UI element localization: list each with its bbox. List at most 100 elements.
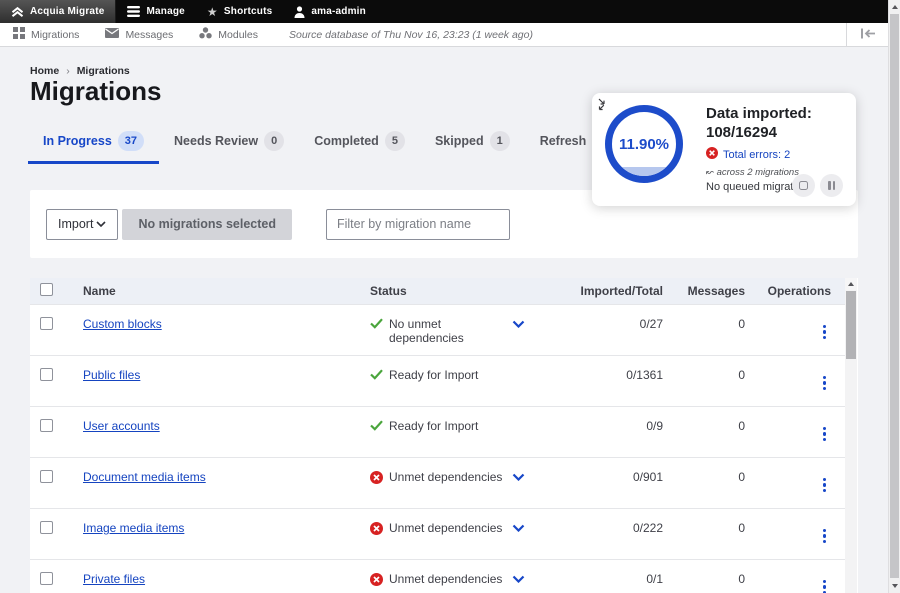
row-checkbox[interactable] (40, 419, 53, 432)
kebab-menu-icon[interactable] (818, 477, 832, 494)
error-icon (370, 573, 383, 589)
migration-link[interactable]: Image media items (83, 521, 184, 535)
tab-label: In Progress (43, 134, 112, 148)
imported-total: 0/1361 (562, 356, 663, 382)
table-row: Document media items Unmet dependencies … (30, 457, 845, 508)
tab-label: Completed (314, 134, 379, 148)
tab-label: Refresh (540, 134, 587, 148)
topbar-label: Shortcuts (224, 6, 272, 17)
chevron-down-icon[interactable] (512, 317, 525, 331)
imported-total: 0/9 (562, 407, 663, 433)
row-checkbox[interactable] (40, 317, 53, 330)
error-icon (370, 522, 383, 538)
topbar-item-user[interactable]: ama-admin (283, 0, 377, 23)
migration-link[interactable]: Custom blocks (83, 317, 162, 331)
topbar-item-acquia-migrate[interactable]: Acquia Migrate (0, 0, 116, 23)
status-text: Unmet dependencies (389, 572, 502, 586)
header-name: Name (83, 284, 370, 298)
tab-skipped[interactable]: Skipped 1 (420, 123, 525, 164)
table-scrollbar-thumb[interactable] (846, 291, 856, 359)
tab-in-progress[interactable]: In Progress 37 (28, 123, 159, 164)
imported-total: 0/27 (562, 305, 663, 331)
messages-count: 0 (663, 560, 745, 586)
progress-percent: 11.90% (619, 136, 669, 153)
check-icon (370, 318, 383, 332)
import-progress-card: 11.90% Data imported: 108/16294 Total er… (592, 93, 856, 206)
star-icon: ★ (207, 6, 218, 18)
check-icon (370, 369, 383, 383)
table-row: Image media items Unmet dependencies 0/2… (30, 508, 845, 559)
collapse-toolbar-button[interactable] (846, 23, 888, 46)
page-scrollbar-thumb[interactable] (890, 14, 899, 578)
toolbar-label: Migrations (31, 29, 79, 41)
table-row: Public files Ready for Import 0/1361 0 (30, 355, 845, 406)
messages-count: 0 (663, 458, 745, 484)
row-checkbox[interactable] (40, 521, 53, 534)
pause-import-button[interactable] (820, 174, 843, 197)
chevron-down-icon[interactable] (512, 572, 525, 586)
total-errors-link[interactable]: Total errors: 2 (723, 149, 790, 161)
status-text: No unmet dependencies (389, 317, 512, 345)
kebab-menu-icon[interactable] (818, 324, 832, 341)
migration-link[interactable]: Document media items (83, 470, 206, 484)
tab-completed[interactable]: Completed 5 (299, 123, 420, 164)
migration-tabs: In Progress 37 Needs Review 0 Completed … (28, 123, 627, 164)
row-checkbox[interactable] (40, 368, 53, 381)
header-status: Status (370, 284, 512, 298)
modules-icon (199, 27, 212, 42)
chevron-down-icon[interactable] (512, 470, 525, 484)
messages-count: 0 (663, 305, 745, 331)
scroll-up-arrow[interactable] (889, 1, 900, 13)
imported-total: 0/222 (562, 509, 663, 535)
progress-ring: 11.90% (605, 105, 683, 183)
kebab-menu-icon[interactable] (818, 375, 832, 392)
row-checkbox[interactable] (40, 572, 53, 585)
import-label: Import (58, 217, 93, 231)
table-scrollbar[interactable] (845, 278, 857, 593)
page-title: Migrations (30, 76, 161, 107)
header-imported-total: Imported/Total (562, 284, 663, 298)
toolbar-item-migrations[interactable]: Migrations (0, 23, 92, 46)
scroll-up-arrow[interactable] (845, 278, 857, 290)
migration-link[interactable]: Public files (83, 368, 140, 382)
messages-count: 0 (663, 356, 745, 382)
tab-count-badge: 5 (385, 131, 405, 151)
toolbar-item-modules[interactable]: Modules (186, 23, 271, 46)
chevron-down-icon[interactable] (512, 521, 525, 535)
table-row: Private files Unmet dependencies 0/1 0 (30, 559, 845, 593)
import-dropdown-button[interactable]: Import (46, 209, 118, 240)
topbar-item-manage[interactable]: Manage (116, 0, 195, 23)
scroll-down-arrow[interactable] (889, 580, 900, 592)
table-row: User accounts Ready for Import 0/9 0 (30, 406, 845, 457)
migration-link[interactable]: Private files (83, 572, 145, 586)
toolbar-item-messages[interactable]: Messages (92, 23, 186, 46)
table-row: Custom blocks No unmet dependencies 0/27… (30, 304, 845, 355)
envelope-icon (105, 28, 119, 41)
kebab-menu-icon[interactable] (818, 426, 832, 443)
kebab-menu-icon[interactable] (818, 528, 832, 545)
migration-link[interactable]: User accounts (83, 419, 160, 433)
kebab-menu-icon[interactable] (818, 579, 832, 593)
toolbar-label: Messages (125, 29, 173, 41)
topbar-label: ama-admin (311, 6, 366, 17)
page-scrollbar[interactable] (888, 0, 900, 593)
collapse-card-icon[interactable] (597, 97, 612, 117)
topbar-item-shortcuts[interactable]: ★ Shortcuts (196, 0, 283, 23)
pin-left-icon (860, 26, 876, 44)
admin-topbar: Acquia Migrate Manage ★ Shortcuts ama-ad… (0, 0, 888, 23)
hamburger-icon (127, 6, 140, 17)
header-messages: Messages (663, 284, 745, 298)
migration-filter-input[interactable] (326, 209, 510, 240)
screen: Acquia Migrate Manage ★ Shortcuts ama-ad… (0, 0, 900, 593)
row-checkbox[interactable] (40, 470, 53, 483)
tab-label: Needs Review (174, 134, 258, 148)
imported-total: 0/1 (562, 560, 663, 586)
source-database-note: Source database of Thu Nov 16, 23:23 (1 … (289, 29, 533, 41)
tab-needs-review[interactable]: Needs Review 0 (159, 123, 299, 164)
status-text: Unmet dependencies (389, 470, 502, 484)
select-all-checkbox[interactable] (40, 283, 53, 296)
messages-count: 0 (663, 407, 745, 433)
double-chevron-up-icon (11, 6, 24, 18)
migrations-table: Name Status Imported/Total Messages Oper… (30, 278, 858, 593)
stop-import-button[interactable] (792, 174, 815, 197)
